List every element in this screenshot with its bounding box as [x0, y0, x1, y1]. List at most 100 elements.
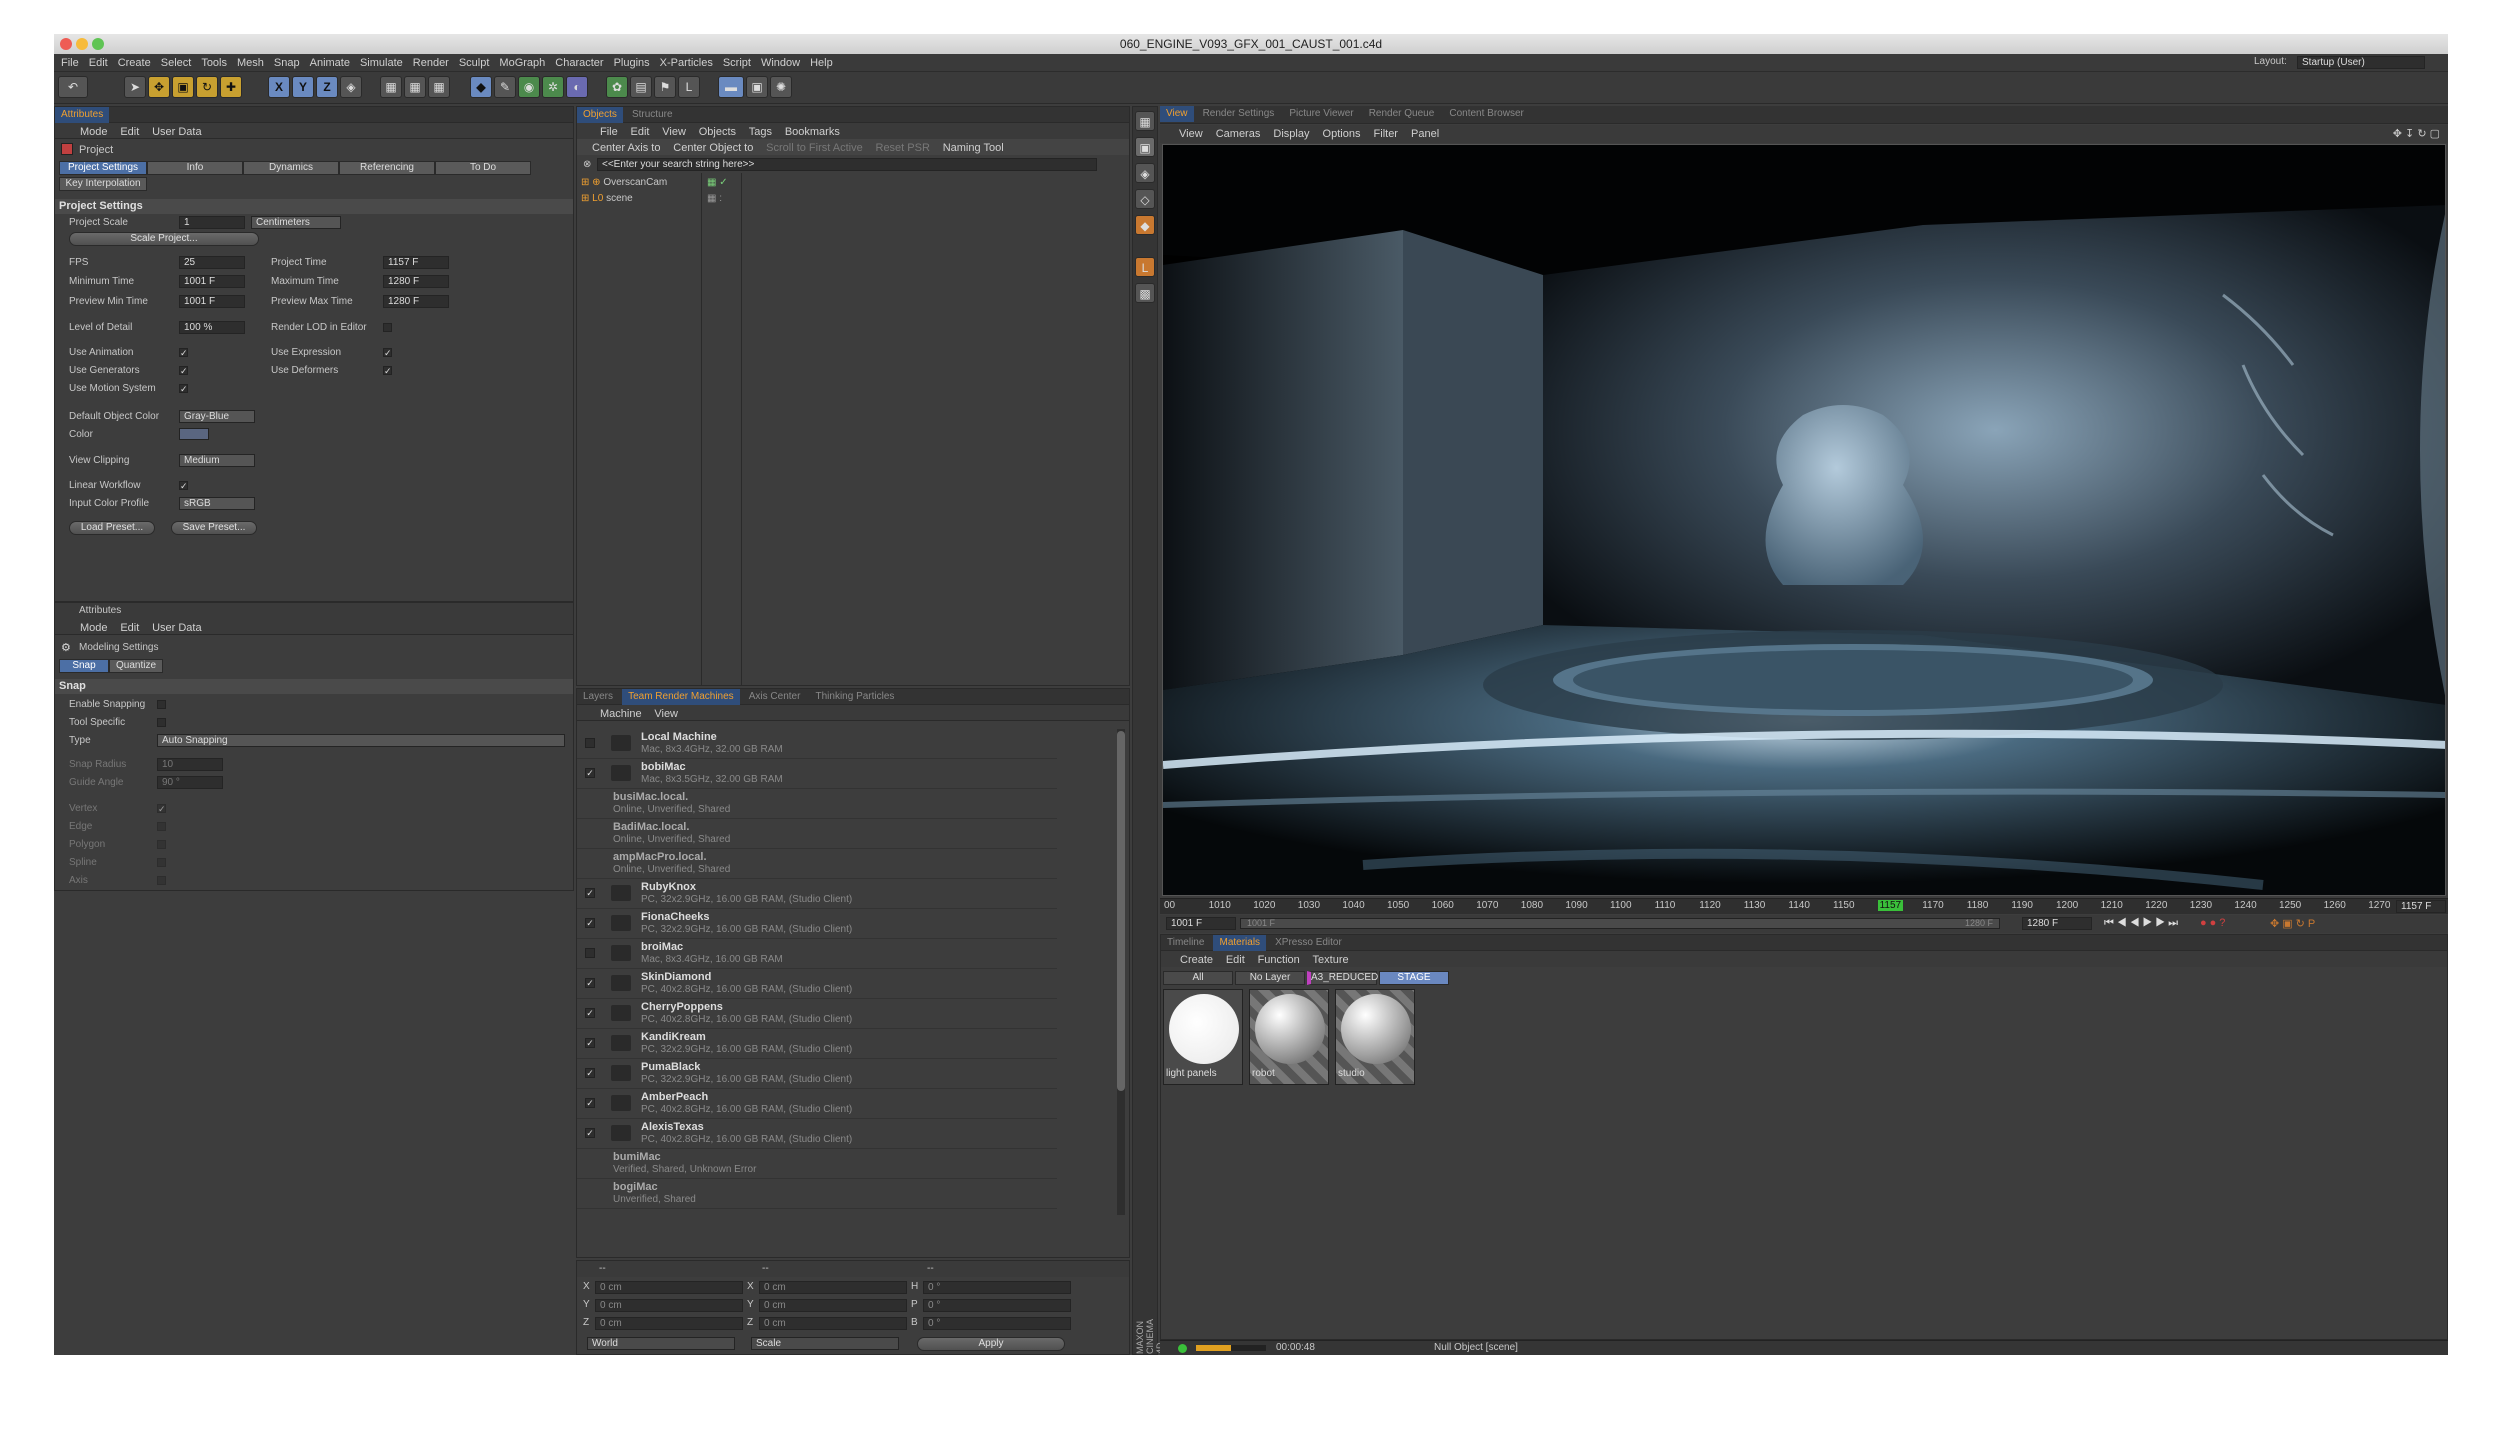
render-view-icon[interactable]: ▦: [380, 76, 402, 98]
menu-select[interactable]: Select: [156, 54, 197, 72]
machine-checkbox[interactable]: ✓: [585, 1008, 595, 1018]
menu-plugins[interactable]: Plugins: [609, 54, 655, 72]
tool-specific-checkbox[interactable]: [157, 718, 166, 727]
menu2-mode[interactable]: Mode: [75, 619, 113, 637]
menu-window[interactable]: Window: [756, 54, 805, 72]
use-generators-checkbox[interactable]: ✓: [179, 366, 188, 376]
tab-dynamics[interactable]: Dynamics: [243, 161, 339, 175]
light-bulb-icon[interactable]: L: [678, 76, 700, 98]
live-selection-icon[interactable]: ➤: [124, 76, 146, 98]
tab-view[interactable]: View: [1160, 106, 1194, 122]
menu-x-particles[interactable]: X-Particles: [655, 54, 718, 72]
preview-min-input[interactable]: 1001 F: [179, 295, 245, 308]
menu-animate[interactable]: Animate: [305, 54, 355, 72]
tab-axis-center[interactable]: Axis Center: [743, 689, 807, 705]
load-preset-button[interactable]: Load Preset...: [69, 521, 155, 535]
machine-checkbox[interactable]: [585, 948, 595, 958]
preview-max-input[interactable]: 1280 F: [383, 295, 449, 308]
add-icon[interactable]: ✚: [220, 76, 242, 98]
save-preset-button[interactable]: Save Preset...: [171, 521, 257, 535]
undo-icon[interactable]: ↶: [58, 76, 88, 98]
max-time-input[interactable]: 1280 F: [383, 275, 449, 288]
menu-tools[interactable]: Tools: [196, 54, 232, 72]
mat-menu-function[interactable]: Function: [1253, 951, 1305, 969]
3d-viewport[interactable]: [1162, 144, 2446, 896]
enable-snapping-checkbox[interactable]: [157, 700, 166, 709]
machine-row[interactable]: Local Machine Mac, 8x3.4GHz, 32.00 GB RAM: [577, 729, 1057, 759]
menu-view[interactable]: View: [649, 705, 683, 723]
start-frame-field[interactable]: 1001 F: [1166, 917, 1236, 930]
menu-sculpt[interactable]: Sculpt: [454, 54, 495, 72]
machine-checkbox[interactable]: ✓: [585, 1128, 595, 1138]
coord-input[interactable]: 0 cm: [759, 1317, 907, 1330]
menu-simulate[interactable]: Simulate: [355, 54, 408, 72]
machine-row[interactable]: ✓ KandiKream PC, 32x2.9GHz, 16.00 GB RAM, …: [577, 1029, 1057, 1059]
tab-structure[interactable]: Structure: [626, 107, 679, 123]
menu-edit[interactable]: Edit: [84, 54, 113, 72]
min-time-input[interactable]: 1001 F: [179, 275, 245, 288]
layer-stage[interactable]: STAGE: [1379, 971, 1449, 985]
menu-edit[interactable]: Edit: [115, 123, 144, 141]
tab-render-queue[interactable]: Render Queue: [1363, 106, 1441, 122]
layout-select[interactable]: Startup (User): [2297, 56, 2425, 69]
axis-mode-icon[interactable]: L: [1135, 257, 1155, 277]
zoom-icon[interactable]: [92, 38, 104, 50]
menu-user-data[interactable]: User Data: [147, 123, 207, 141]
machine-row[interactable]: broiMac Mac, 8x3.4GHz, 16.00 GB RAM: [577, 939, 1057, 969]
use-deformers-checkbox[interactable]: ✓: [383, 366, 392, 376]
tab-project-settings[interactable]: Project Settings: [59, 161, 147, 175]
menu-character[interactable]: Character: [550, 54, 608, 72]
naming-tool-button[interactable]: Naming Tool: [938, 139, 1009, 157]
menu-snap[interactable]: Snap: [269, 54, 305, 72]
snap-axis-checkbox[interactable]: [157, 876, 166, 885]
end-frame-field[interactable]: 1280 F: [2022, 917, 2092, 930]
tab-objects[interactable]: Objects: [577, 107, 623, 123]
tab-layers[interactable]: Layers: [577, 689, 619, 705]
snap-spline-checkbox[interactable]: [157, 858, 166, 867]
machine-row[interactable]: ampMacPro.local. Online, Unverified, Shar…: [577, 849, 1057, 879]
use-animation-checkbox[interactable]: ✓: [179, 348, 188, 358]
layer-none[interactable]: No Layer: [1235, 971, 1305, 985]
coord-input[interactable]: 0 cm: [759, 1281, 907, 1294]
machine-checkbox[interactable]: ✓: [585, 888, 595, 898]
machine-scrollbar[interactable]: [1117, 729, 1125, 1215]
render-lod-checkbox[interactable]: [383, 323, 392, 332]
pen-icon[interactable]: ✎: [494, 76, 516, 98]
coord-input[interactable]: 0 cm: [595, 1299, 743, 1312]
object-item-overscancam[interactable]: ⊞ ⊕ OverscanCam: [581, 175, 699, 191]
tab-xpresso[interactable]: XPresso Editor: [1269, 935, 1348, 951]
subdivision-icon[interactable]: ◉: [518, 76, 540, 98]
coord-input[interactable]: 0 cm: [759, 1299, 907, 1312]
machine-checkbox[interactable]: ✓: [585, 918, 595, 928]
object-search-input[interactable]: <<Enter your search string here>>: [597, 158, 1097, 171]
coordinate-system-icon[interactable]: ◈: [340, 76, 362, 98]
array-icon[interactable]: ✲: [542, 76, 564, 98]
menu-render[interactable]: Render: [408, 54, 454, 72]
tab-content-browser[interactable]: Content Browser: [1443, 106, 1529, 122]
reset-psr-button[interactable]: Reset PSR: [871, 139, 935, 157]
minimize-icon[interactable]: [76, 38, 88, 50]
machine-row[interactable]: ✓ FionaCheeks PC, 32x2.9GHz, 16.00 GB RAM,…: [577, 909, 1057, 939]
world-select[interactable]: World: [587, 1337, 735, 1350]
points-mode-icon[interactable]: ◈: [1135, 163, 1155, 183]
machine-row[interactable]: ✓ RubyKnox PC, 32x2.9GHz, 16.00 GB RAM, (S…: [577, 879, 1057, 909]
color-swatch[interactable]: [179, 428, 209, 440]
mat-menu-create[interactable]: Create: [1175, 951, 1218, 969]
fps-input[interactable]: 25: [179, 256, 245, 269]
snap-radius-input[interactable]: 10: [157, 758, 223, 771]
vp-menu-cameras[interactable]: Cameras: [1211, 125, 1266, 143]
tab-to-do[interactable]: To Do: [435, 161, 531, 175]
tab-quantize[interactable]: Quantize: [109, 659, 163, 673]
vp-menu-filter[interactable]: Filter: [1369, 125, 1403, 143]
menu2-edit[interactable]: Edit: [115, 619, 144, 637]
center-axis-button[interactable]: Center Axis to: [587, 139, 665, 157]
center-object-button[interactable]: Center Object to: [668, 139, 758, 157]
tab-info[interactable]: Info: [147, 161, 243, 175]
menu-help[interactable]: Help: [805, 54, 838, 72]
guide-angle-input[interactable]: 90 °: [157, 776, 223, 789]
snap-edge-checkbox[interactable]: [157, 822, 166, 831]
tab-render-settings[interactable]: Render Settings: [1197, 106, 1281, 122]
apply-button[interactable]: Apply: [917, 1337, 1065, 1351]
tab-materials[interactable]: Materials: [1213, 935, 1267, 951]
tab-timeline[interactable]: Timeline: [1161, 935, 1210, 951]
